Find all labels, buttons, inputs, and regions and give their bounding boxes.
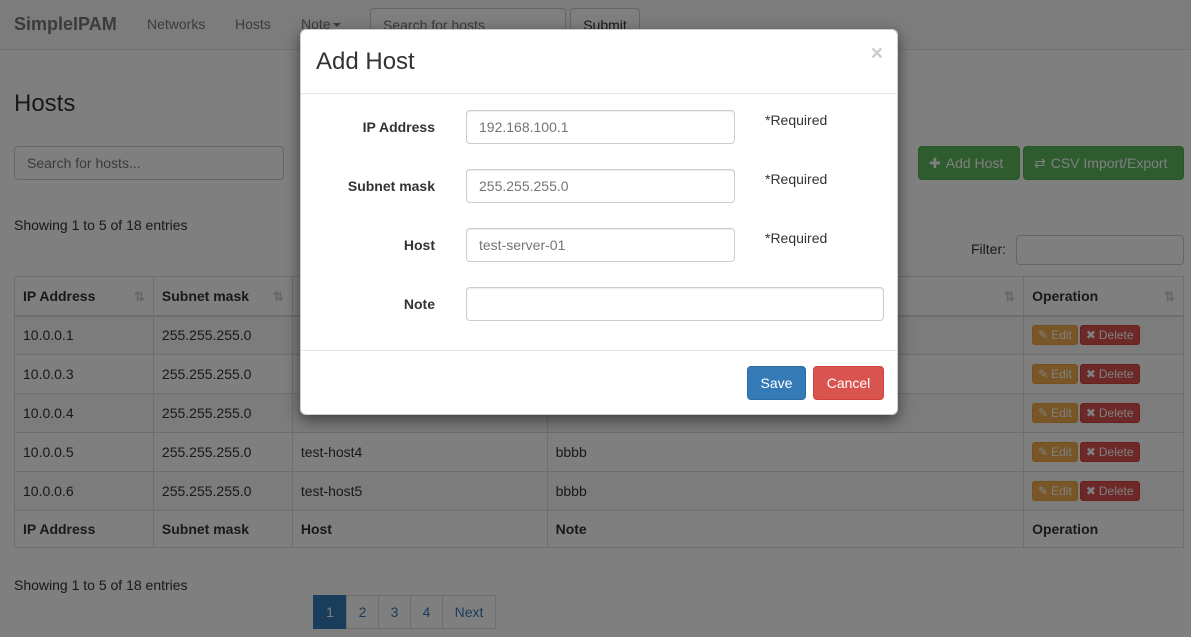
subnet-mask-label: Subnet mask: [347, 178, 435, 194]
close-icon[interactable]: ×: [871, 42, 883, 66]
modal-footer: [301, 350, 897, 414]
host-label: Host: [403, 237, 435, 253]
host-required-hint: *Required: [765, 230, 828, 246]
modal-header: Add Host ×: [301, 30, 897, 94]
note-input[interactable]: [466, 287, 884, 321]
subnet-mask-required-hint: *Required: [765, 171, 828, 187]
modal-title: Add Host: [316, 48, 415, 75]
add-host-modal: Add Host × IP Address *Required Subnet m…: [300, 29, 898, 415]
save-button[interactable]: Save: [747, 366, 806, 400]
subnet-mask-input[interactable]: [466, 169, 735, 203]
host-input[interactable]: [466, 228, 735, 262]
note-label: Note: [403, 296, 435, 312]
cancel-button[interactable]: Cancel: [813, 366, 884, 400]
ip-address-required-hint: *Required: [765, 112, 828, 128]
ip-address-label: IP Address: [362, 119, 435, 135]
ip-address-input[interactable]: [466, 110, 735, 144]
